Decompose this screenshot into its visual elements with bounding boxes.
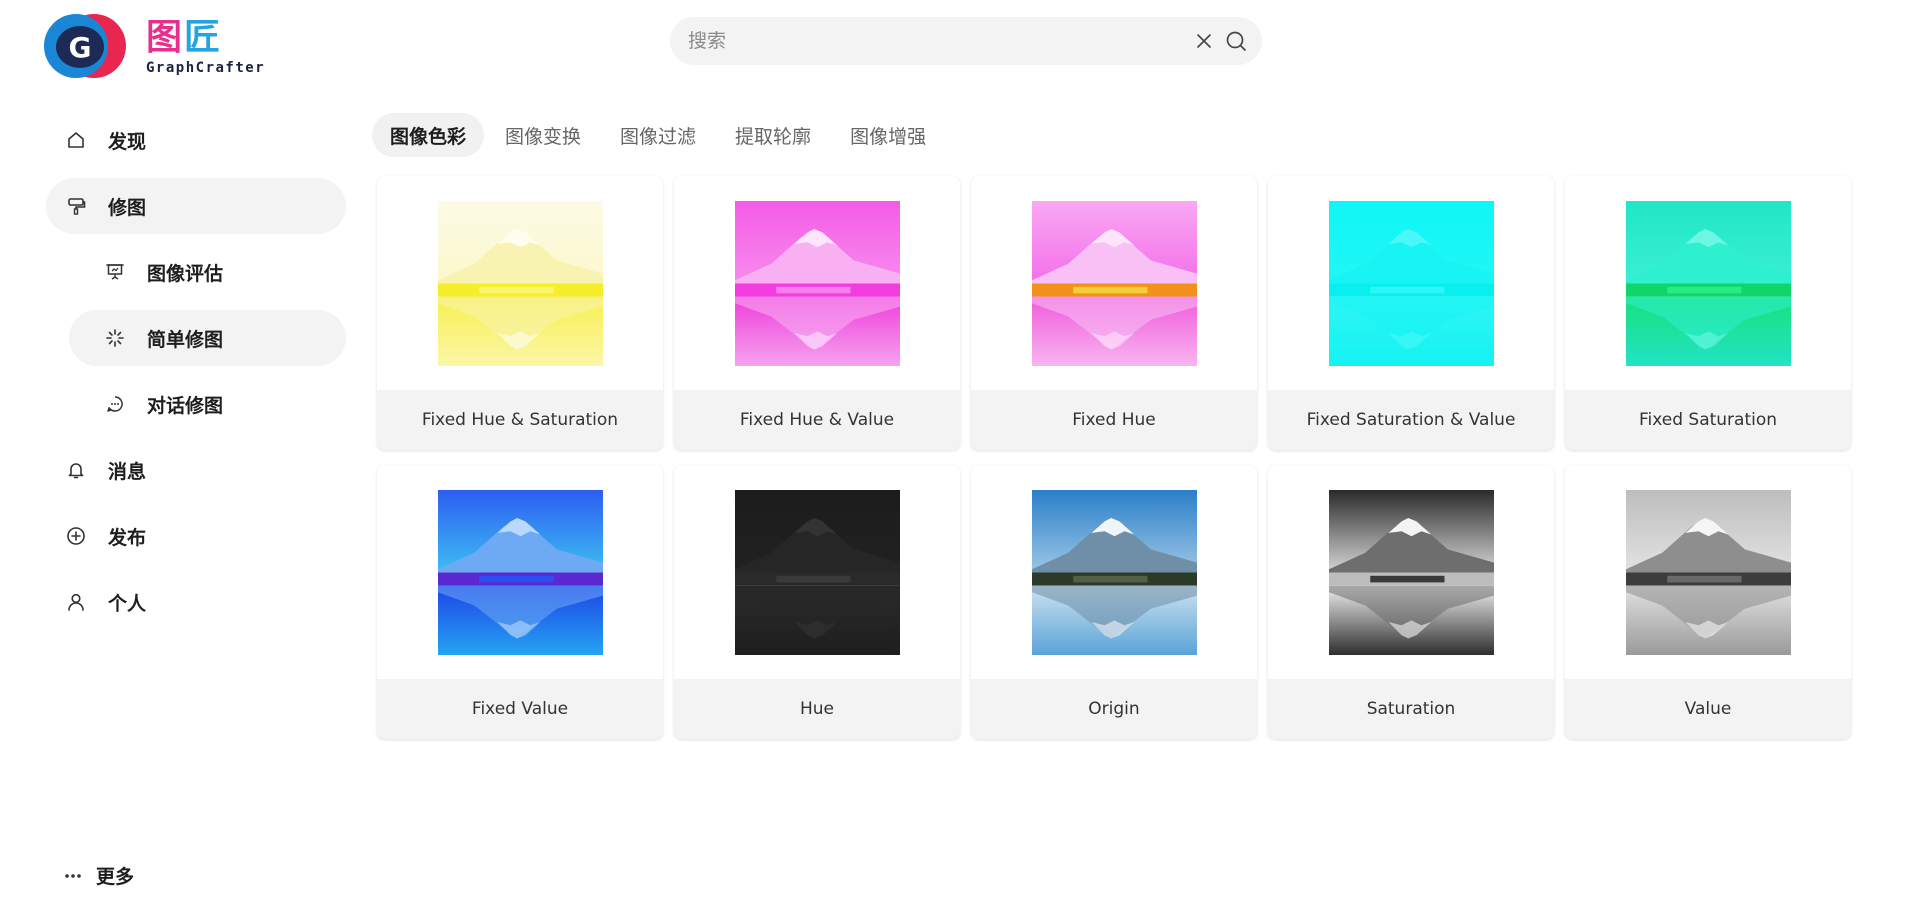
search-bar — [670, 17, 1262, 65]
sidebar-item-label: 修图 — [108, 196, 147, 219]
sidebar-item-discover[interactable]: 发现 — [46, 112, 346, 168]
sidebar-item-label: 图像评估 — [147, 262, 224, 285]
thumbnail-art — [437, 489, 603, 655]
thumbnail-art — [1328, 200, 1494, 366]
search-input[interactable] — [688, 30, 1184, 52]
sidebar: 发现 修图 图像评估 简单修图 对话修图 消息 发布 个人 — [46, 112, 346, 640]
close-icon[interactable] — [1192, 29, 1216, 53]
thumbnail-art — [1031, 489, 1197, 655]
tab-image-enhance[interactable]: 图像增强 — [832, 113, 944, 157]
tab-extract-contour[interactable]: 提取轮廓 — [717, 113, 829, 157]
effect-card-origin[interactable]: Origin — [971, 465, 1257, 739]
thumbnail-art — [1031, 200, 1197, 366]
sidebar-item-label: 消息 — [108, 460, 147, 483]
effect-thumbnail — [1625, 200, 1791, 366]
effect-card-hue[interactable]: Hue — [674, 465, 960, 739]
effect-thumbnail — [437, 200, 603, 366]
sidebar-item-publish[interactable]: 发布 — [46, 508, 346, 564]
tab-image-transform[interactable]: 图像变换 — [487, 113, 599, 157]
logo[interactable]: G 图匠 GraphCrafter — [44, 14, 265, 80]
plus-circle-icon — [64, 524, 88, 548]
effect-card-title: Hue — [799, 699, 835, 719]
effect-thumbnail — [437, 489, 603, 655]
logo-mark: G — [44, 14, 126, 80]
search-icon[interactable] — [1224, 29, 1248, 53]
effect-card-title: Fixed Saturation — [1638, 410, 1778, 430]
sidebar-item-label: 对话修图 — [147, 394, 224, 417]
effect-card-saturation[interactable]: Saturation — [1268, 465, 1554, 739]
effect-thumbnail — [1031, 200, 1197, 366]
more-button[interactable]: 更多 — [64, 862, 134, 889]
effect-card-fixed-hue[interactable]: Fixed Hue — [971, 176, 1257, 450]
logo-letter: G — [56, 26, 104, 68]
thumbnail-art — [1328, 489, 1494, 655]
thumbnail-art — [437, 200, 603, 366]
paint-roller-icon — [64, 194, 88, 218]
category-tabs: 图像色彩 图像变换 图像过滤 提取轮廓 图像增强 — [372, 113, 947, 157]
effect-card-title: Fixed Hue & Saturation — [421, 410, 619, 430]
sidebar-item-label: 发现 — [108, 130, 147, 153]
sidebar-item-edit[interactable]: 修图 — [46, 178, 346, 234]
effect-card-title: Fixed Saturation & Value — [1306, 410, 1516, 430]
effect-card-title: Fixed Hue — [1072, 410, 1156, 430]
sidebar-item-messages[interactable]: 消息 — [46, 442, 346, 498]
sidebar-item-simple-edit[interactable]: 简单修图 — [69, 310, 346, 366]
effect-thumbnail — [1625, 489, 1791, 655]
effect-thumbnail — [734, 200, 900, 366]
sidebar-item-profile[interactable]: 个人 — [46, 574, 346, 630]
effect-card-title: Fixed Value — [471, 699, 569, 719]
bell-icon — [64, 458, 88, 482]
presentation-icon — [103, 260, 127, 284]
tab-image-filter[interactable]: 图像过滤 — [602, 113, 714, 157]
chat-bubble-icon — [103, 392, 127, 416]
logo-en: GraphCrafter — [146, 60, 266, 76]
effect-thumbnail — [734, 489, 900, 655]
tab-image-color[interactable]: 图像色彩 — [372, 113, 485, 157]
thumbnail-art — [1625, 489, 1791, 655]
sidebar-item-chat-edit[interactable]: 对话修图 — [69, 376, 346, 432]
effect-grid: Fixed Hue & Saturation Fixed Hue & Value… — [377, 176, 1851, 739]
effect-card-fixed-saturation[interactable]: Fixed Saturation — [1565, 176, 1851, 450]
sidebar-item-label: 简单修图 — [147, 328, 224, 351]
effect-card-title: Fixed Hue & Value — [739, 410, 895, 430]
thumbnail-art — [734, 200, 900, 366]
effect-card-value[interactable]: Value — [1565, 465, 1851, 739]
thumbnail-art — [734, 489, 900, 655]
effect-card-fixed-hue-saturation[interactable]: Fixed Hue & Saturation — [377, 176, 663, 450]
thumbnail-art — [1625, 200, 1791, 366]
effect-card-title: Saturation — [1366, 699, 1456, 719]
effect-thumbnail — [1328, 489, 1494, 655]
effect-card-fixed-hue-value[interactable]: Fixed Hue & Value — [674, 176, 960, 450]
logo-cn-2: 匠 — [184, 17, 223, 58]
effect-thumbnail — [1031, 489, 1197, 655]
effect-thumbnail — [1328, 200, 1494, 366]
home-icon — [64, 128, 88, 152]
ellipsis-icon — [64, 873, 82, 879]
sparkle-icon — [103, 326, 127, 350]
sidebar-item-label: 发布 — [108, 526, 147, 549]
effect-card-title: Origin — [1088, 699, 1140, 719]
logo-text: 图匠 GraphCrafter — [146, 17, 266, 77]
more-label: 更多 — [96, 866, 135, 888]
sidebar-item-image-eval[interactable]: 图像评估 — [69, 244, 346, 300]
user-icon — [64, 590, 88, 614]
effect-card-title: Value — [1684, 699, 1732, 719]
sidebar-item-label: 个人 — [108, 592, 147, 615]
effect-card-fixed-saturation-value[interactable]: Fixed Saturation & Value — [1268, 176, 1554, 450]
effect-card-fixed-value[interactable]: Fixed Value — [377, 465, 663, 739]
logo-cn-1: 图 — [146, 17, 185, 58]
